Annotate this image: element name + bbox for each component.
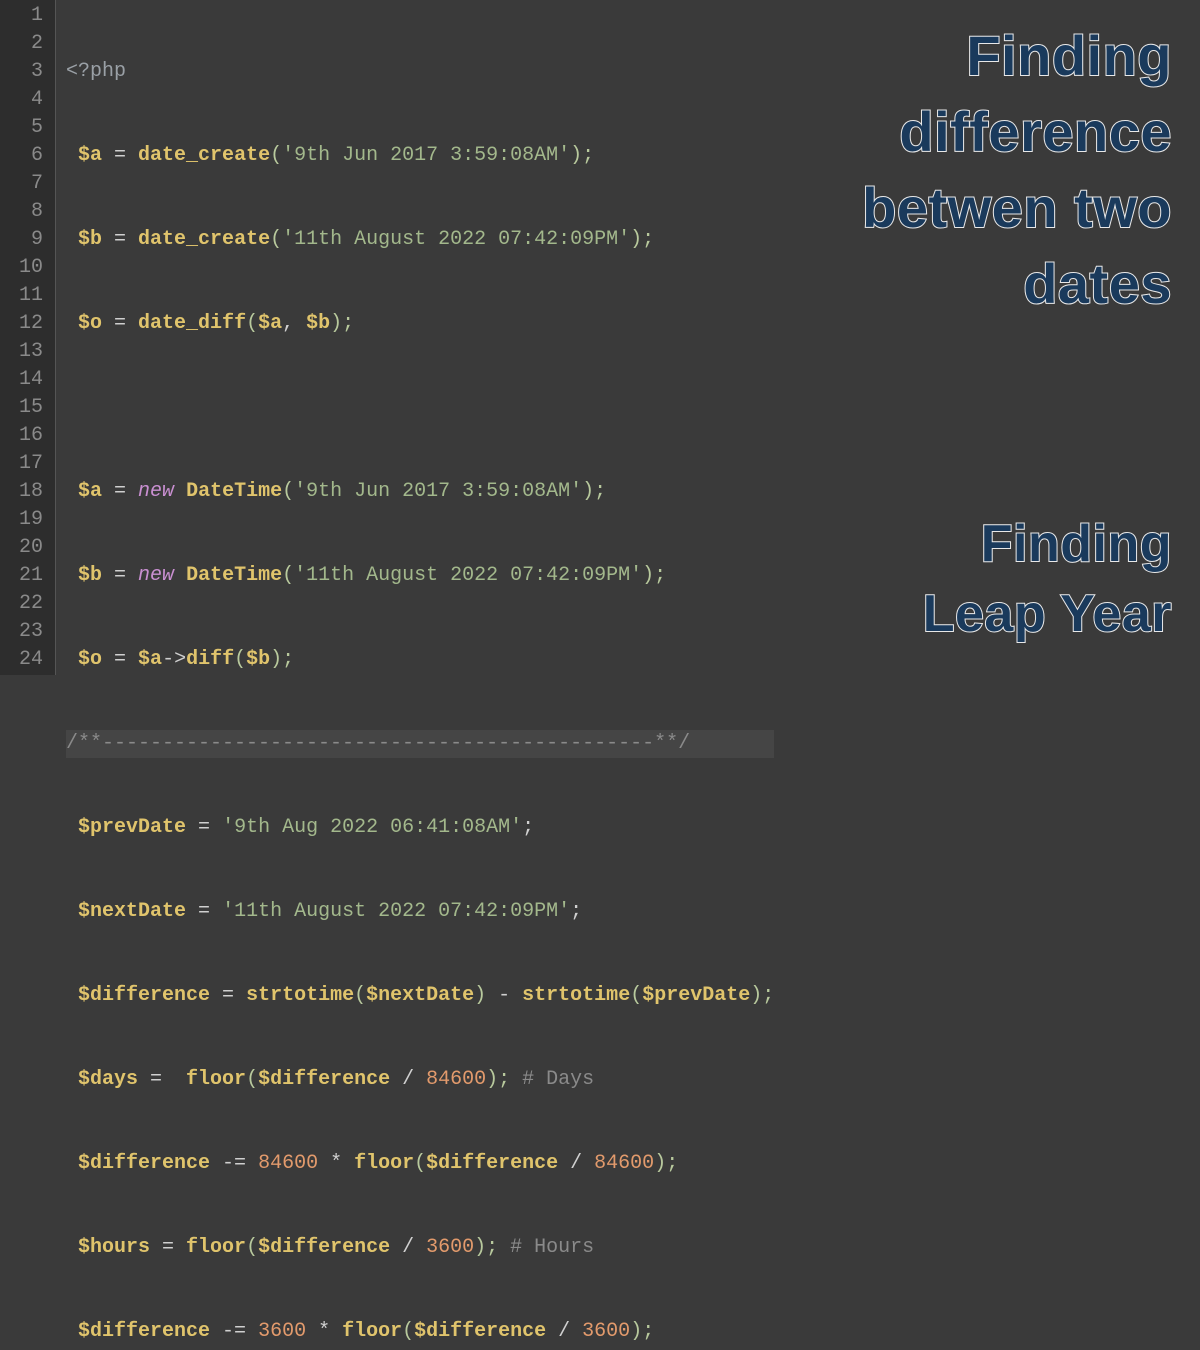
line-number: 23 — [8, 618, 43, 646]
code-line: $difference -= 84600 * floor($difference… — [66, 1150, 774, 1178]
code-line: <?php — [66, 58, 774, 86]
code-line: $difference -= 3600 * floor($difference … — [66, 1318, 774, 1346]
overlay-text: betwen two — [862, 170, 1172, 246]
line-number: 22 — [8, 590, 43, 618]
code-line: $prevDate = '9th Aug 2022 06:41:08AM'; — [66, 814, 774, 842]
line-number: 5 — [8, 114, 43, 142]
code-line: /**-------------------------------------… — [66, 730, 774, 758]
line-number: 7 — [8, 170, 43, 198]
line-number: 3 — [8, 58, 43, 86]
line-number: 19 — [8, 506, 43, 534]
line-number: 15 — [8, 394, 43, 422]
line-number: 14 — [8, 366, 43, 394]
code-line: $a = date_create('9th Jun 2017 3:59:08AM… — [66, 142, 774, 170]
line-number: 2 — [8, 30, 43, 58]
code-line: $b = new DateTime('11th August 2022 07:4… — [66, 562, 774, 590]
line-number: 24 — [8, 646, 43, 674]
line-number: 17 — [8, 450, 43, 478]
title-overlay-bottom: Finding Leap Year — [923, 509, 1172, 649]
line-number: 8 — [8, 198, 43, 226]
code-line: $o = $a->diff($b); — [66, 646, 774, 674]
code-line: $hours = floor($difference / 3600); # Ho… — [66, 1234, 774, 1262]
code-area[interactable]: <?php $a = date_create('9th Jun 2017 3:5… — [56, 0, 774, 675]
line-number: 12 — [8, 310, 43, 338]
code-line: $a = new DateTime('9th Jun 2017 3:59:08A… — [66, 478, 774, 506]
line-number: 10 — [8, 254, 43, 282]
code-line: $b = date_create('11th August 2022 07:42… — [66, 226, 774, 254]
code-line — [66, 394, 774, 422]
code-line: $days = floor($difference / 84600); # Da… — [66, 1066, 774, 1094]
line-number: 9 — [8, 226, 43, 254]
line-number: 20 — [8, 534, 43, 562]
code-line: $o = date_diff($a, $b); — [66, 310, 774, 338]
overlay-text: dates — [862, 246, 1172, 322]
line-number: 4 — [8, 86, 43, 114]
overlay-text: Finding — [862, 18, 1172, 94]
line-number-gutter: 1 2 3 4 5 6 7 8 9 10 11 12 13 14 15 16 1… — [0, 0, 56, 675]
code-line: $difference = strtotime($nextDate) - str… — [66, 982, 774, 1010]
line-number: 6 — [8, 142, 43, 170]
line-number: 1 — [8, 2, 43, 30]
line-number: 13 — [8, 338, 43, 366]
line-number: 21 — [8, 562, 43, 590]
line-number: 11 — [8, 282, 43, 310]
overlay-text: Finding — [923, 509, 1172, 579]
title-overlay-top: Finding difference betwen two dates — [862, 18, 1172, 322]
line-number: 16 — [8, 422, 43, 450]
overlay-text: difference — [862, 94, 1172, 170]
overlay-text: Leap Year — [923, 579, 1172, 649]
line-number: 18 — [8, 478, 43, 506]
code-line: $nextDate = '11th August 2022 07:42:09PM… — [66, 898, 774, 926]
